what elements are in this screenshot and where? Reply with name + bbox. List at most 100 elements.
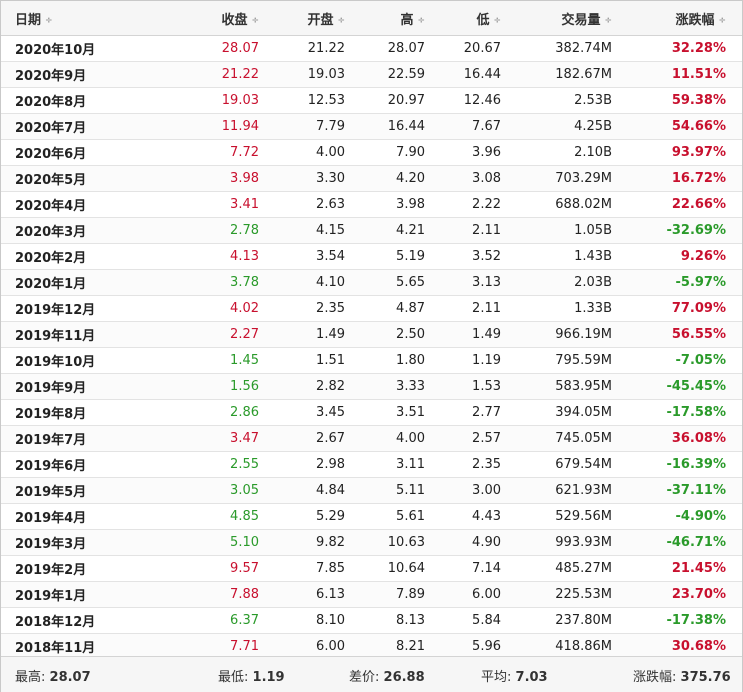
table-row: 2020年1月 3.78 4.10 5.65 3.13 2.03B -5.97% (1, 269, 742, 296)
cell-open: 8.10 (271, 607, 355, 634)
cell-low: 3.08 (435, 165, 513, 192)
cell-volume: 2.10B (513, 139, 626, 166)
cell-change: -17.58% (626, 399, 742, 426)
cell-change: -17.38% (626, 607, 742, 634)
cell-high: 3.51 (355, 399, 435, 426)
cell-date: 2020年7月 (1, 113, 151, 140)
cell-close: 3.47 (151, 425, 271, 452)
cell-change: -37.11% (626, 477, 742, 504)
cell-close: 21.22 (151, 61, 271, 88)
cell-change: 22.66% (626, 191, 742, 218)
cell-date: 2020年10月 (1, 35, 151, 62)
cell-volume: 745.05M (513, 425, 626, 452)
cell-close: 2.55 (151, 451, 271, 478)
cell-high: 3.98 (355, 191, 435, 218)
cell-close: 2.78 (151, 217, 271, 244)
cell-high: 5.11 (355, 477, 435, 504)
cell-volume: 1.05B (513, 217, 626, 244)
table-row: 2019年7月 3.47 2.67 4.00 2.57 745.05M 36.08% (1, 425, 742, 452)
cell-open: 2.82 (271, 373, 355, 400)
column-header-volume[interactable]: 交易量 ÷ (513, 1, 626, 36)
cell-open: 7.85 (271, 555, 355, 582)
cell-high: 7.89 (355, 581, 435, 608)
cell-low: 4.43 (435, 503, 513, 530)
sort-icon[interactable]: ÷ (417, 16, 425, 26)
cell-change: 21.45% (626, 555, 742, 582)
cell-volume: 382.74M (513, 35, 626, 62)
cell-date: 2019年8月 (1, 399, 151, 426)
cell-open: 2.98 (271, 451, 355, 478)
table-row: 2019年2月 9.57 7.85 10.64 7.14 485.27M 21.45% (1, 555, 742, 582)
cell-high: 2.50 (355, 321, 435, 348)
cell-close: 1.56 (151, 373, 271, 400)
cell-high: 22.59 (355, 61, 435, 88)
cell-volume: 688.02M (513, 191, 626, 218)
cell-low: 7.14 (435, 555, 513, 582)
table-row: 2020年2月 4.13 3.54 5.19 3.52 1.43B 9.26% (1, 243, 742, 270)
cell-date: 2019年11月 (1, 321, 151, 348)
column-header-high[interactable]: 高 ÷ (355, 1, 435, 36)
table-row: 2020年8月 19.03 12.53 20.97 12.46 2.53B 59.38% (1, 87, 742, 114)
cell-low: 2.11 (435, 217, 513, 244)
cell-change: -45.45% (626, 373, 742, 400)
column-header-low[interactable]: 低 ÷ (435, 1, 513, 36)
cell-change: 23.70% (626, 581, 742, 608)
sort-icon[interactable]: ÷ (718, 16, 726, 26)
cell-close: 3.41 (151, 191, 271, 218)
column-header-date[interactable]: 日期 ÷ (1, 1, 151, 36)
cell-open: 9.82 (271, 529, 355, 556)
cell-close: 5.10 (151, 529, 271, 556)
cell-close: 9.57 (151, 555, 271, 582)
summary-low: 最低: 1.19 (218, 670, 285, 685)
sort-icon[interactable]: ÷ (251, 16, 259, 26)
cell-close: 4.02 (151, 295, 271, 322)
cell-low: 1.19 (435, 347, 513, 374)
cell-date: 2020年3月 (1, 217, 151, 244)
cell-date: 2019年4月 (1, 503, 151, 530)
cell-high: 7.90 (355, 139, 435, 166)
table-row: 2019年4月 4.85 5.29 5.61 4.43 529.56M -4.90% (1, 503, 742, 530)
table-row: 2019年1月 7.88 6.13 7.89 6.00 225.53M 23.70% (1, 581, 742, 608)
cell-high: 4.20 (355, 165, 435, 192)
cell-low: 3.52 (435, 243, 513, 270)
table-row: 2019年9月 1.56 2.82 3.33 1.53 583.95M -45.45% (1, 373, 742, 400)
cell-close: 11.94 (151, 113, 271, 140)
table-row: 2019年12月 4.02 2.35 4.87 2.11 1.33B 77.09% (1, 295, 742, 322)
cell-change: 16.72% (626, 165, 742, 192)
cell-change: -7.05% (626, 347, 742, 374)
cell-volume: 583.95M (513, 373, 626, 400)
cell-volume: 2.53B (513, 87, 626, 114)
cell-open: 3.30 (271, 165, 355, 192)
cell-open: 4.15 (271, 217, 355, 244)
summary-footer: 最高: 28.07 最低: 1.19 差价: 26.88 平均: 7.03 涨跌… (1, 656, 742, 692)
cell-change: 11.51% (626, 61, 742, 88)
column-header-open[interactable]: 开盘 ÷ (271, 1, 355, 36)
sort-icon[interactable]: ÷ (337, 16, 345, 26)
cell-high: 16.44 (355, 113, 435, 140)
cell-date: 2020年2月 (1, 243, 151, 270)
summary-average: 平均: 7.03 (481, 670, 548, 685)
column-header-change[interactable]: 涨跌幅 ÷ (626, 1, 742, 36)
cell-low: 2.77 (435, 399, 513, 426)
cell-open: 4.10 (271, 269, 355, 296)
sort-icon[interactable]: ÷ (604, 16, 612, 26)
cell-change: 32.28% (626, 35, 742, 62)
table-row: 2019年10月 1.45 1.51 1.80 1.19 795.59M -7.05% (1, 347, 742, 374)
cell-low: 1.53 (435, 373, 513, 400)
cell-date: 2020年8月 (1, 87, 151, 114)
table-row: 2019年5月 3.05 4.84 5.11 3.00 621.93M -37.11% (1, 477, 742, 504)
cell-volume: 966.19M (513, 321, 626, 348)
cell-volume: 182.67M (513, 61, 626, 88)
cell-close: 3.05 (151, 477, 271, 504)
table-row: 2020年7月 11.94 7.79 16.44 7.67 4.25B 54.66% (1, 113, 742, 140)
cell-open: 5.29 (271, 503, 355, 530)
cell-change: -4.90% (626, 503, 742, 530)
cell-open: 4.84 (271, 477, 355, 504)
sort-icon[interactable]: ÷ (45, 16, 53, 26)
cell-volume: 485.27M (513, 555, 626, 582)
cell-close: 4.13 (151, 243, 271, 270)
cell-high: 10.63 (355, 529, 435, 556)
column-header-close[interactable]: 收盘 ÷ (151, 1, 271, 36)
sort-icon[interactable]: ÷ (493, 16, 501, 26)
cell-high: 28.07 (355, 35, 435, 62)
